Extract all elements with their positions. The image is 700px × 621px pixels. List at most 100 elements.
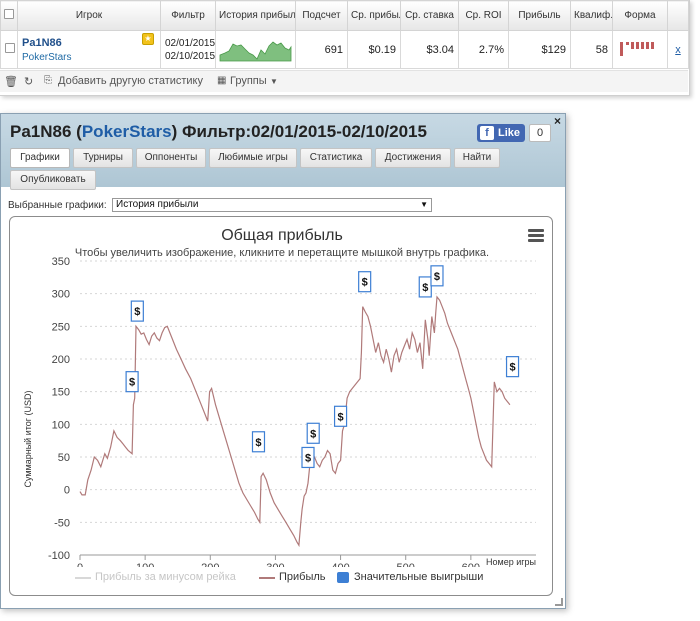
legend-label-net: Прибыль за минусом рейка — [95, 571, 236, 583]
column-header-remove — [667, 0, 689, 31]
remove-row-link[interactable]: x — [667, 30, 689, 69]
player-name-link[interactable]: Pa1N86 — [22, 37, 156, 49]
legend-swatch-profit — [259, 577, 275, 579]
title-site-link[interactable]: PokerStars — [82, 122, 172, 141]
profit-cell: $129 — [508, 30, 571, 69]
series-line-profit — [79, 295, 511, 548]
svg-text:$: $ — [434, 271, 440, 283]
add-stats-icon[interactable]: ⎘ — [44, 75, 52, 86]
charts-select[interactable]: История прибыли ▼ — [112, 198, 432, 212]
tab-opponents[interactable]: Оппоненты — [136, 148, 206, 168]
big-win-marker[interactable]: $ — [306, 422, 320, 444]
table-toolbar: 🗑 ↻ ⎘ Добавить другую статистику ▦ Групп… — [0, 70, 688, 92]
svg-text:$: $ — [338, 411, 344, 423]
column-header-profit[interactable]: Прибыль — [508, 0, 571, 31]
player-site-link[interactable]: PokerStars — [22, 52, 156, 63]
filter-date-start: 02/01/2015 — [165, 37, 216, 49]
big-win-marker[interactable]: $ — [418, 276, 432, 298]
trash-icon[interactable]: 🗑 — [4, 75, 18, 88]
tab-publish[interactable]: Опубликовать — [10, 170, 96, 190]
title-filter: Фильтр:02/01/2015-02/10/2015 — [182, 122, 427, 141]
column-header-count[interactable]: Подсчет — [295, 0, 348, 31]
add-stats-link[interactable]: Добавить другую статистику — [58, 75, 203, 87]
star-icon[interactable]: ★ — [142, 33, 154, 45]
column-header-player[interactable]: Игрок — [17, 0, 161, 31]
title-player: Pa1N86 — [10, 122, 72, 141]
like-count: 0 — [529, 124, 551, 142]
checkbox-icon[interactable] — [5, 43, 15, 53]
popup-title: Pa1N86 (PokerStars) Фильтр:02/01/2015-02… — [10, 122, 427, 142]
filter-cell: 02/01/2015 02/10/2015 — [160, 30, 216, 69]
chevron-down-icon[interactable]: ▼ — [420, 199, 428, 211]
legend-label-big-wins: Значительные выигрыши — [354, 571, 484, 583]
tab-charts[interactable]: Графики — [10, 148, 70, 168]
sparkline-area — [219, 41, 292, 62]
big-win-marker[interactable]: $ — [505, 356, 520, 378]
sparkline-chart — [219, 41, 292, 62]
svg-text:$: $ — [134, 306, 140, 318]
checkbox-icon[interactable] — [4, 9, 14, 19]
tab-favorite-games[interactable]: Любимые игры — [209, 148, 297, 168]
big-win-marker[interactable]: $ — [251, 431, 266, 453]
svg-text:$: $ — [129, 377, 135, 389]
groups-menu[interactable]: Группы — [230, 75, 267, 87]
player-popup: Pa1N86 (PokerStars) Фильтр:02/01/2015-02… — [0, 113, 566, 609]
column-header-form[interactable]: Форма — [612, 0, 668, 31]
big-win-marker[interactable]: $ — [358, 271, 372, 293]
svg-text:$: $ — [305, 452, 311, 464]
y-tick-label: -50 — [54, 517, 70, 529]
chart-axes: -100 -50 0 50 100 150 200 250 300 350 0 100 200 300 40… — [48, 256, 536, 567]
x-tick-label: 0 — [77, 562, 83, 567]
column-header-profit-history[interactable]: История прибыли — [215, 0, 296, 31]
select-all-checkbox[interactable] — [0, 0, 18, 31]
column-header-avg-roi[interactable]: Ср. ROI — [458, 0, 509, 31]
big-win-marker[interactable]: $ — [333, 405, 348, 427]
chart-x-axis-label: Номер игры — [486, 557, 536, 567]
column-header-qualify[interactable]: Квалиф. — [570, 0, 613, 31]
column-header-filter[interactable]: Фильтр — [160, 0, 216, 31]
big-win-marker[interactable]: $ — [125, 371, 139, 393]
profit-history-sparkline[interactable] — [215, 30, 296, 69]
remove-label[interactable]: x — [675, 44, 681, 56]
y-tick-label: 200 — [52, 354, 70, 366]
title-close-paren: ) — [171, 122, 178, 141]
facebook-icon: f — [480, 126, 494, 140]
svg-text:$: $ — [362, 277, 368, 289]
facebook-like-button[interactable]: f Like — [477, 124, 525, 142]
x-tick-label: 100 — [136, 562, 154, 567]
tab-achievements[interactable]: Достижения — [375, 148, 451, 168]
like-label: Like — [498, 127, 521, 139]
column-header-avg-profit[interactable]: Ср. прибыль — [347, 0, 401, 31]
refresh-icon[interactable]: ↻ — [24, 75, 33, 88]
profit-chart-container[interactable]: Общая прибыль Чтобы увеличить изображени… — [9, 216, 553, 596]
big-win-marker[interactable]: $ — [301, 446, 315, 469]
stats-panel: Игрок Фильтр История прибыли Подсчет Ср.… — [0, 0, 690, 96]
chevron-down-icon[interactable]: ▼ — [270, 77, 278, 86]
popup-header: Pa1N86 (PokerStars) Фильтр:02/01/2015-02… — [1, 114, 565, 190]
charts-select-label: Выбранные графики: — [8, 200, 107, 211]
charts-select-value: История прибыли — [116, 199, 199, 210]
svg-text:$: $ — [255, 437, 261, 449]
x-tick-label: 500 — [397, 562, 415, 567]
big-win-marker[interactable]: $ — [130, 300, 144, 322]
y-tick-label: 50 — [58, 452, 70, 464]
y-tick-label: 0 — [64, 485, 70, 497]
form-cell — [612, 30, 668, 69]
tab-search[interactable]: Найти — [454, 148, 500, 168]
big-win-marker[interactable]: $ — [430, 265, 444, 287]
x-tick-label: 300 — [266, 562, 284, 567]
row-checkbox[interactable] — [0, 30, 18, 69]
table-row: Pa1N86 PokerStars ★ 02/01/2015 02/10/201… — [0, 30, 689, 69]
tab-tournaments[interactable]: Турниры — [73, 148, 133, 168]
tab-statistics[interactable]: Статистика — [300, 148, 372, 168]
column-header-avg-stake[interactable]: Ср. ставка — [400, 0, 459, 31]
player-cell: Pa1N86 PokerStars ★ — [17, 30, 161, 69]
close-icon[interactable]: × — [554, 114, 561, 128]
chart-y-axis-label: Суммарный итог (USD) — [23, 390, 33, 487]
groups-icon[interactable]: ▦ — [217, 75, 226, 86]
x-tick-label: 400 — [331, 562, 349, 567]
resize-grip-icon[interactable] — [555, 598, 563, 606]
y-tick-label: 100 — [52, 419, 70, 431]
filter-date-end: 02/10/2015 — [165, 50, 216, 62]
profit-chart[interactable]: -100 -50 0 50 100 150 200 250 300 350 0 100 200 300 40… — [10, 217, 553, 567]
